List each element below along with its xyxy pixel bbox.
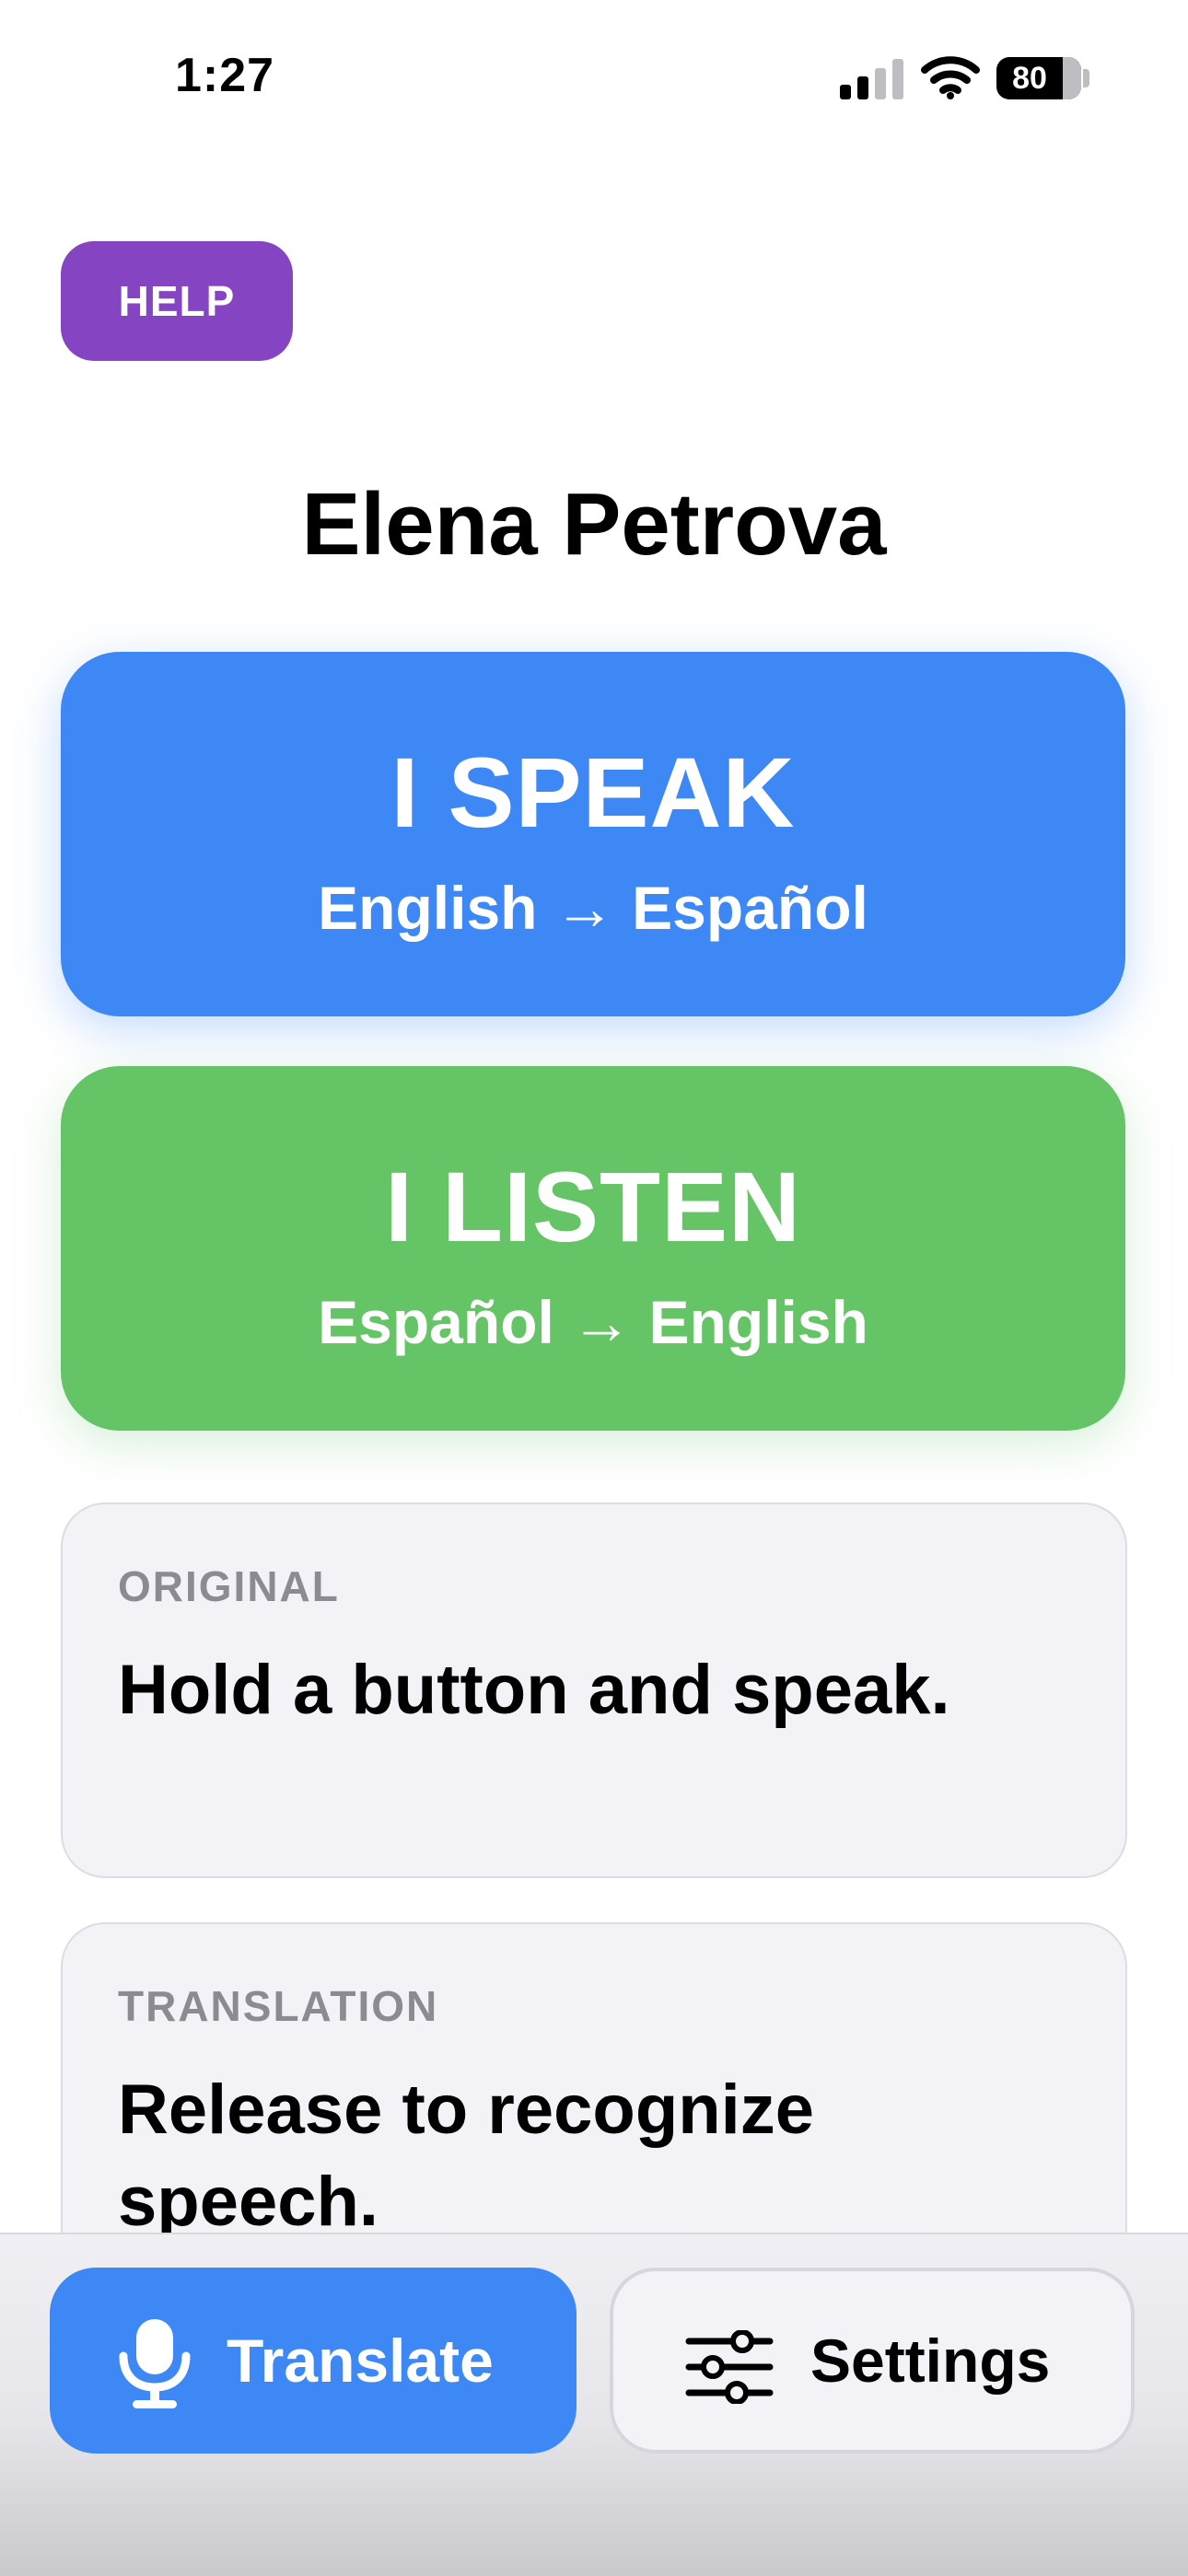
speak-direction: English → Español xyxy=(318,874,868,942)
cellular-signal-icon xyxy=(840,59,903,99)
listen-direction: Español → English xyxy=(318,1288,868,1356)
original-label: ORIGINAL xyxy=(118,1562,340,1610)
sliders-icon xyxy=(685,2330,774,2404)
bottom-bar: Translate Settings xyxy=(0,2233,1188,2576)
speak-button[interactable]: I SPEAK English → Español xyxy=(61,652,1125,1016)
original-card: ORIGINAL Hold a button and speak. xyxy=(61,1503,1127,1878)
translation-text: Release to recognize speech. xyxy=(118,2071,815,2241)
original-text: Hold a button and speak. xyxy=(118,1651,950,1729)
battery-empty-portion xyxy=(1063,57,1081,99)
help-button[interactable]: HELP xyxy=(61,241,293,361)
user-name: Elena Petrova xyxy=(301,475,887,574)
settings-label: Settings xyxy=(810,2327,1051,2395)
speak-label: I SPEAK xyxy=(390,737,796,848)
listen-label: I LISTEN xyxy=(384,1151,802,1262)
status-bar: 1:27 80 xyxy=(0,0,1188,157)
listen-button[interactable]: I LISTEN Español → English xyxy=(61,1066,1125,1431)
status-time: 1:27 xyxy=(175,49,275,102)
settings-button[interactable]: Settings xyxy=(610,2268,1135,2454)
translate-button[interactable]: Translate xyxy=(50,2268,577,2454)
battery-icon: 80 xyxy=(996,57,1081,99)
battery-level: 80 xyxy=(1012,61,1047,96)
wifi-icon xyxy=(921,56,980,99)
translation-label: TRANSLATION xyxy=(118,1982,439,2030)
translate-label: Translate xyxy=(227,2327,494,2395)
battery-nub xyxy=(1083,69,1089,87)
microphone-icon xyxy=(119,2319,191,2408)
